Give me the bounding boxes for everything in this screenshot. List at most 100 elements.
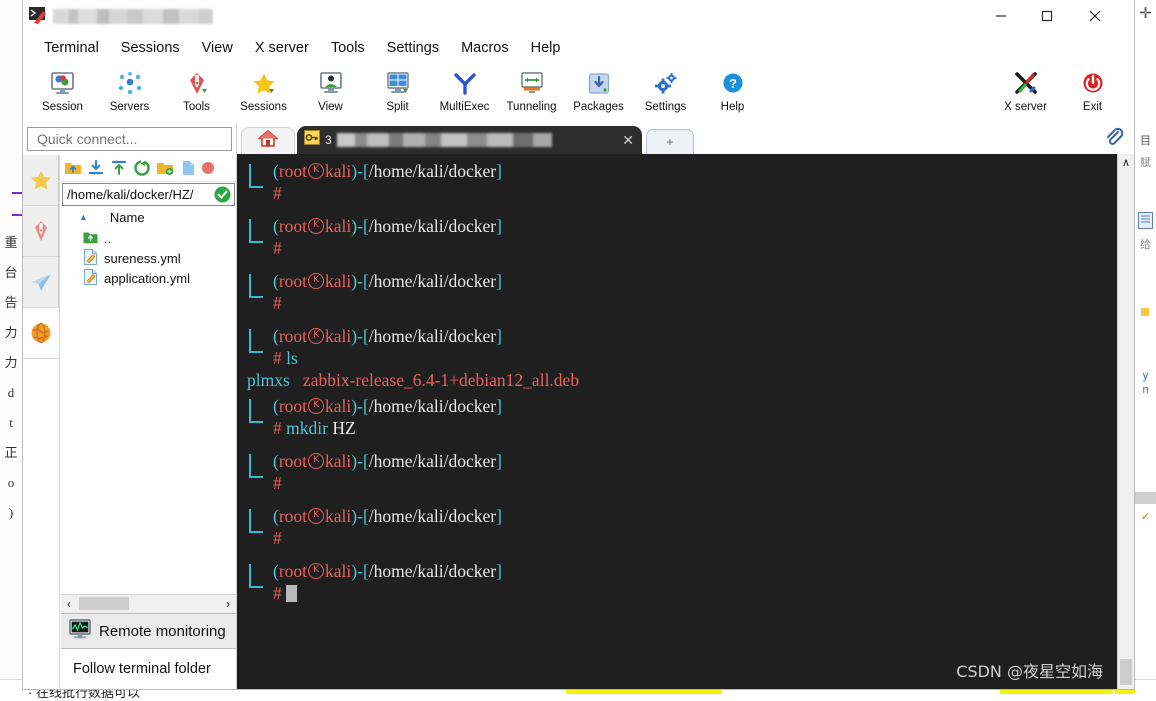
list-item[interactable]: application.yml [61, 268, 236, 288]
scroll-left-arrow[interactable]: ‹ [61, 597, 77, 611]
scroll-right-arrow[interactable]: › [220, 597, 236, 611]
toolbar-sessions-label: Sessions [240, 101, 287, 113]
close-button[interactable] [1072, 0, 1118, 32]
file-browser-toolbar [61, 155, 236, 182]
terminal-block: (rootKkali)-[/home/kali/docker] # mkdir … [241, 395, 1117, 439]
home-icon [258, 129, 278, 153]
toolbar-xserver-button[interactable]: X server [992, 66, 1059, 113]
new-tab-label: + [666, 135, 673, 149]
servers-icon [117, 69, 143, 99]
new-file-icon[interactable] [178, 158, 198, 178]
sidebar-tab-sessions[interactable] [23, 155, 59, 206]
minimize-button[interactable] [978, 0, 1024, 32]
file-column-name[interactable]: Name [110, 210, 145, 225]
prompt-path: /home/kali/docker [369, 561, 496, 581]
menu-tools[interactable]: Tools [320, 37, 376, 59]
refresh-icon[interactable] [132, 158, 152, 178]
toolbar-view-label: View [318, 101, 343, 113]
download-icon[interactable] [86, 158, 106, 178]
paperclip-icon[interactable] [1104, 127, 1124, 152]
list-item[interactable]: .. [61, 228, 236, 248]
tab-home[interactable] [241, 127, 295, 154]
scroll-thumb[interactable] [79, 597, 129, 610]
remote-path-text: /home/kali/docker/HZ/ [63, 187, 210, 202]
window-title-redacted [53, 9, 213, 24]
toolbar-tools-button[interactable]: Tools [163, 66, 230, 113]
list-item-label: sureness.yml [104, 251, 181, 266]
ls-output-dir: plmxs [247, 370, 290, 390]
terminal-side: 3 ✕ + (rootKkal [237, 124, 1134, 689]
list-item-label: application.yml [104, 271, 190, 286]
toolbar-servers-button[interactable]: Servers [96, 66, 163, 113]
background-right-text-5: n [1135, 384, 1156, 396]
terminal-output[interactable]: (rootKkali)-[/home/kali/docker] # (rootK… [237, 154, 1117, 689]
new-tab-button[interactable]: + [646, 129, 694, 154]
remote-path-field[interactable]: /home/kali/docker/HZ/ [62, 183, 235, 206]
toolbar-multiexec-button[interactable]: MultiExec [431, 66, 498, 113]
sidebar-tab-macros[interactable] [23, 257, 59, 308]
maximize-button[interactable] [1024, 0, 1070, 32]
terminal-scrollbar[interactable]: ∧ [1117, 154, 1134, 689]
toolbar-split-label: Split [386, 101, 408, 113]
remote-monitoring-button[interactable]: Remote monitoring [61, 613, 236, 649]
background-right-strip: ✛ 目 赋 给 y n ✓ [1134, 0, 1156, 701]
sort-indicator-icon[interactable]: ▲ [79, 212, 88, 222]
toolbar-settings-label: Settings [645, 101, 687, 113]
menu-xserver[interactable]: X server [244, 37, 320, 59]
file-list-horizontal-scrollbar[interactable]: ‹ › [61, 594, 236, 613]
watermark-text: CSDN @夜星空如海 [956, 661, 1103, 683]
mobaxterm-window: Terminal Sessions View X server Tools Se… [22, 0, 1135, 690]
terminal-command-arg: HZ [328, 418, 356, 438]
file-list-header: ▲ Name [61, 206, 236, 228]
sidebar-tab-tools[interactable] [23, 206, 59, 257]
toolbar-sessions-button[interactable]: Sessions [230, 66, 297, 113]
menu-macros[interactable]: Macros [450, 37, 520, 59]
tab-session-title-redacted [337, 133, 552, 147]
toolbar-tunneling-button[interactable]: Tunneling [498, 66, 565, 113]
menu-settings[interactable]: Settings [376, 37, 450, 59]
kali-dragon-icon: K [308, 163, 324, 179]
menu-view[interactable]: View [191, 37, 244, 59]
session-icon [50, 69, 76, 99]
kali-dragon-icon: K [308, 398, 324, 414]
new-folder-icon[interactable] [155, 158, 175, 178]
quick-connect-input[interactable] [35, 130, 231, 148]
main-toolbar: Session Servers [23, 62, 1134, 129]
star-icon [29, 169, 53, 192]
green-check-icon [210, 186, 234, 203]
toolbar-help-button[interactable]: ? Help [699, 66, 766, 113]
toolbar-packages-label: Packages [573, 101, 624, 113]
toolbar-multiexec-label: MultiExec [440, 101, 490, 113]
left-panel: /home/kali/docker/HZ/ ▲ Name [23, 124, 237, 689]
scroll-up-arrow[interactable]: ∧ [1122, 154, 1130, 169]
tab-session[interactable]: 3 ✕ [297, 126, 642, 154]
monitor-graph-icon [69, 619, 91, 643]
sidebar-tab-sftp[interactable] [24, 308, 59, 359]
mobaxterm-icon [29, 7, 49, 25]
toolbar-split-button[interactable]: Split [364, 66, 431, 113]
prompt-path: /home/kali/docker [369, 451, 496, 471]
toolbar-settings-button[interactable]: Settings [632, 66, 699, 113]
background-right-text-1: 目 [1135, 132, 1156, 148]
quick-connect-field[interactable] [27, 127, 232, 151]
delete-icon[interactable] [201, 158, 221, 178]
scroll-thumb[interactable] [1120, 659, 1132, 685]
toolbar-exit-button[interactable]: Exit [1059, 66, 1126, 113]
follow-terminal-folder-option[interactable]: Follow terminal folder [61, 649, 236, 689]
tab-close-icon[interactable]: ✕ [612, 132, 634, 149]
toolbar-packages-button[interactable]: Packages [565, 66, 632, 113]
terminal-block: (rootKkali)-[/home/kali/docker] # [241, 560, 1117, 604]
list-item[interactable]: sureness.yml [61, 248, 236, 268]
view-icon [318, 69, 344, 99]
toolbar-session-button[interactable]: Session [29, 66, 96, 113]
menu-help[interactable]: Help [520, 37, 572, 59]
follow-terminal-folder-label: Follow terminal folder [73, 661, 211, 677]
toolbar-session-label: Session [42, 101, 83, 113]
upload-icon[interactable] [109, 158, 129, 178]
menu-sessions[interactable]: Sessions [110, 37, 191, 59]
list-item-label: .. [104, 231, 111, 246]
menu-terminal[interactable]: Terminal [33, 37, 110, 59]
parent-folder-icon[interactable] [63, 158, 83, 178]
toolbar-servers-label: Servers [110, 101, 150, 113]
toolbar-view-button[interactable]: View [297, 66, 364, 113]
